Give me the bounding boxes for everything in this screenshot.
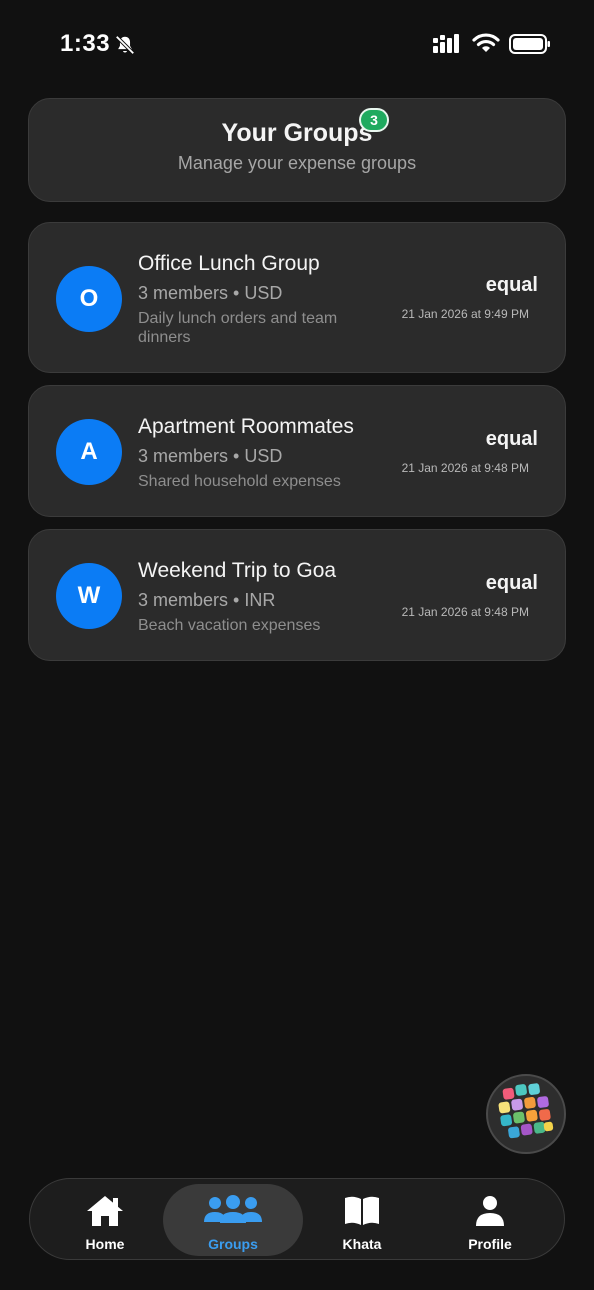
- bottom-nav: Home Groups Khata Profile: [29, 1178, 565, 1260]
- nav-label-profile: Profile: [468, 1236, 512, 1252]
- group-meta: 3 members • USD: [138, 446, 283, 466]
- header-card: Your Groups 3 Manage your expense groups: [28, 98, 566, 202]
- home-icon: [87, 1196, 123, 1226]
- split-type: equal: [485, 572, 538, 594]
- group-description: Daily lunch orders and team dinners: [138, 310, 338, 346]
- profile-icon: [476, 1196, 504, 1226]
- group-avatar: W: [56, 563, 122, 629]
- nav-item-khata[interactable]: Khata: [292, 1184, 432, 1256]
- nav-label-home: Home: [85, 1236, 125, 1252]
- signal-icon: [433, 34, 459, 53]
- battery-icon: [509, 34, 550, 54]
- split-type: equal: [485, 428, 538, 450]
- group-name: Weekend Trip to Goa: [138, 559, 337, 582]
- split-type: equal: [485, 274, 538, 296]
- page-title: Your Groups: [221, 119, 373, 147]
- app-grid-icon: [498, 1083, 554, 1139]
- book-icon: [345, 1196, 379, 1225]
- page-subtitle: Manage your expense groups: [177, 153, 417, 173]
- group-card-apartment-roommates[interactable]: A Apartment Roommates 3 members • USD Sh…: [28, 385, 566, 517]
- group-card-office-lunch[interactable]: O Office Lunch Group 3 members • USD Dai…: [28, 222, 566, 373]
- status-time: 1:33: [60, 30, 111, 57]
- group-date: 21 Jan 2026 at 9:48 PM: [401, 605, 529, 619]
- groups-icon: [204, 1195, 262, 1223]
- group-card-weekend-trip[interactable]: W Weekend Trip to Goa 3 members • INR Be…: [28, 529, 566, 661]
- group-meta: 3 members • INR: [138, 590, 276, 610]
- group-count-badge: 3: [359, 108, 389, 132]
- status-bar: 1:33: [0, 0, 594, 90]
- bell-slash-icon: [115, 35, 135, 55]
- nav-item-profile[interactable]: Profile: [420, 1184, 560, 1256]
- nav-item-home[interactable]: Home: [35, 1184, 175, 1256]
- group-avatar: A: [56, 419, 122, 485]
- wifi-icon: [472, 33, 500, 52]
- group-name: Office Lunch Group: [138, 252, 320, 275]
- group-date: 21 Jan 2026 at 9:49 PM: [401, 307, 529, 321]
- app-grid-button[interactable]: [486, 1074, 566, 1154]
- group-description: Shared household expenses: [138, 473, 341, 490]
- nav-label-khata: Khata: [342, 1236, 382, 1252]
- nav-item-groups[interactable]: Groups: [163, 1184, 303, 1256]
- group-avatar: O: [56, 266, 122, 332]
- group-description: Beach vacation expenses: [138, 617, 321, 634]
- group-date: 21 Jan 2026 at 9:48 PM: [401, 461, 529, 475]
- group-meta: 3 members • USD: [138, 283, 283, 303]
- group-name: Apartment Roommates: [138, 415, 354, 438]
- nav-label-groups: Groups: [208, 1236, 258, 1252]
